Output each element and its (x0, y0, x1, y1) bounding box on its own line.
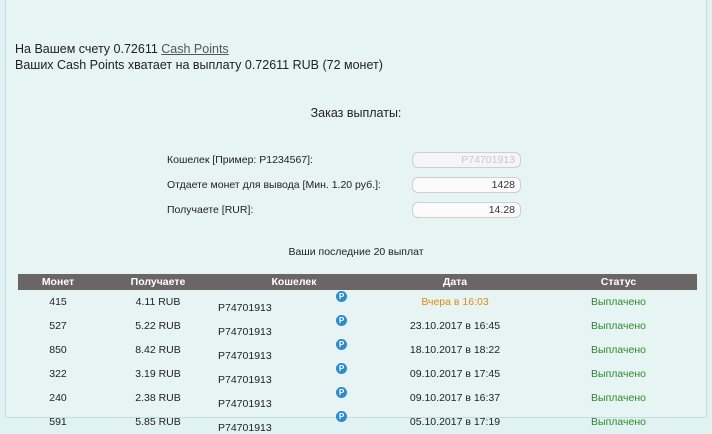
date-cell: 05.10.2017 в 17:19 (409, 416, 501, 428)
coins-label: Отдаете монет для вывода [Мин. 1.20 руб.… (167, 179, 381, 191)
wallet-row: Кошелек [Пример: P1234567]: (167, 152, 521, 170)
balance-text: На Вашем счету 0.72611 (15, 42, 162, 56)
table-row: 240 2.38 RUB P P74701913 09.10.2017 в 16:… (18, 386, 697, 410)
receive-row: Получаете [RUR]: (167, 202, 521, 220)
wallet-text: P74701913 (218, 374, 272, 386)
header-coins: Монет (18, 274, 98, 290)
payeer-icon: P (336, 386, 347, 398)
coins-row: Отдаете монет для вывода [Мин. 1.20 руб.… (167, 177, 521, 195)
coins-cell: 415 (49, 296, 67, 308)
wallet-cell: P P74701913 (218, 386, 370, 410)
coins-cell: 527 (49, 320, 67, 332)
wallet-cell: P P74701913 (218, 362, 370, 386)
table-header-row: Монет Получаете Кошелек Дата Статус (18, 274, 697, 290)
cash-points-link[interactable]: Cash Points (161, 42, 228, 56)
coins-cell: 322 (49, 368, 67, 380)
amount-cell: 5.22 RUB (135, 320, 181, 332)
payeer-icon: P (336, 410, 347, 422)
wallet-label: Кошелек [Пример: P1234567]: (167, 154, 313, 166)
table-row: 850 8.42 RUB P P74701913 18.10.2017 в 18:… (18, 338, 697, 362)
payouts-table: Монет Получаете Кошелек Дата Статус 415 … (18, 274, 697, 434)
date-cell: 23.10.2017 в 16:45 (409, 320, 501, 332)
amount-cell: 2.38 RUB (135, 392, 181, 404)
payeer-icon: P (336, 362, 347, 374)
header-amount: Получаете (98, 274, 218, 290)
payeer-icon: P (336, 338, 347, 350)
table-row: 527 5.22 RUB P P74701913 23.10.2017 в 16:… (18, 314, 697, 338)
wallet-text: P74701913 (218, 302, 272, 314)
header-wallet: Кошелек (218, 274, 370, 290)
status-cell: Выплачено (591, 320, 646, 332)
wallet-cell: P P74701913 (218, 338, 370, 362)
balance-info: На Вашем счету 0.72611 Cash Points Ваших… (15, 41, 383, 73)
coins-cell: 240 (49, 392, 67, 404)
payeer-icon: P (336, 314, 347, 326)
balance-line: На Вашем счету 0.72611 Cash Points (15, 41, 383, 57)
amount-cell: 8.42 RUB (135, 344, 181, 356)
form-title: Заказ выплаты: (310, 106, 402, 120)
wallet-cell: P P74701913 (218, 314, 370, 338)
wallet-text: P74701913 (218, 350, 272, 362)
header-date: Дата (370, 274, 540, 290)
table-row: 322 3.19 RUB P P74701913 09.10.2017 в 17:… (18, 362, 697, 386)
status-cell: Выплачено (591, 344, 646, 356)
date-cell: Вчера в 16:03 (421, 296, 489, 308)
date-cell: 18.10.2017 в 18:22 (409, 344, 501, 356)
amount-cell: 4.11 RUB (135, 296, 181, 308)
wallet-text: P74701913 (218, 398, 272, 410)
payeer-icon: P (336, 290, 347, 302)
payouts-body: 415 4.11 RUB P P74701913 Вчера в 16:03 Вы… (18, 290, 697, 434)
coins-input[interactable] (412, 177, 521, 193)
status-cell: Выплачено (591, 392, 646, 404)
receive-input[interactable] (412, 202, 521, 218)
amount-cell: 3.19 RUB (135, 368, 181, 380)
status-cell: Выплачено (591, 368, 646, 380)
payouts-title: Ваши последние 20 выплат (288, 246, 424, 258)
date-cell: 09.10.2017 в 17:45 (409, 368, 501, 380)
payout-available-text: Ваших Cash Points хватает на выплату 0.7… (15, 58, 383, 72)
coins-cell: 850 (49, 344, 67, 356)
date-cell: 09.10.2017 в 16:37 (409, 392, 501, 404)
wallet-input[interactable] (412, 152, 521, 168)
coins-cell: 591 (49, 416, 67, 428)
header-status: Статус (540, 274, 697, 290)
table-row: 415 4.11 RUB P P74701913 Вчера в 16:03 Вы… (18, 290, 697, 314)
wallet-cell: P P74701913 (218, 290, 370, 314)
wallet-text: P74701913 (218, 422, 272, 434)
payout-panel: На Вашем счету 0.72611 Cash Points Ваших… (5, 0, 707, 434)
table-row: 591 5.85 RUB P P74701913 05.10.2017 в 17:… (18, 410, 697, 434)
wallet-cell: P P74701913 (218, 410, 370, 434)
status-cell: Выплачено (591, 416, 646, 428)
amount-cell: 5.85 RUB (135, 416, 181, 428)
wallet-text: P74701913 (218, 326, 272, 338)
status-cell: Выплачено (591, 296, 646, 308)
receive-label: Получаете [RUR]: (167, 204, 254, 216)
